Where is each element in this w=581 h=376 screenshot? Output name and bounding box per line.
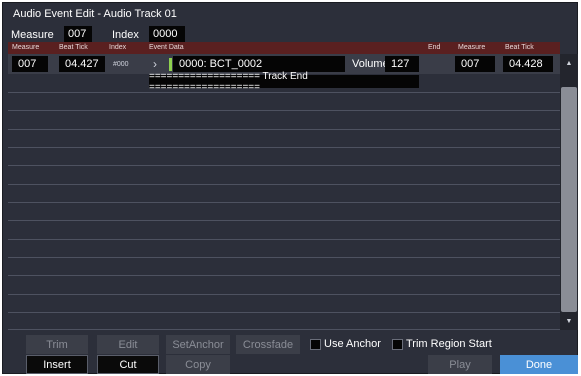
event-measure-cell[interactable]: 007 — [12, 56, 48, 72]
window-title: Audio Event Edit - Audio Track 01 — [13, 8, 177, 20]
trim-region-start-checkbox[interactable] — [392, 339, 403, 350]
column-header-beat-tick: Beat Tick — [59, 44, 88, 51]
end-beat-tick-cell[interactable]: 04.428 — [503, 56, 553, 72]
list-row-divider — [8, 329, 560, 330]
set-anchor-button[interactable]: SetAnchor — [166, 335, 230, 354]
done-button[interactable]: Done — [500, 355, 578, 374]
measure-label: Measure — [11, 29, 54, 41]
scrollbar-thumb[interactable] — [561, 87, 577, 312]
region-marker — [169, 58, 172, 71]
column-header-end: End — [428, 44, 441, 51]
list-row-divider — [8, 275, 560, 276]
list-row-divider — [8, 110, 560, 111]
audio-event-edit-window: Audio Event Edit - Audio Track 01 Measur… — [2, 2, 578, 374]
chevron-right-icon[interactable]: › — [153, 57, 157, 71]
end-measure-cell[interactable]: 007 — [455, 56, 495, 72]
list-row-divider — [8, 294, 560, 295]
track-end-row: =================== Track End ==========… — [149, 71, 419, 93]
list-row-divider — [8, 184, 560, 185]
edit-button[interactable]: Edit — [97, 335, 159, 354]
list-row-divider — [8, 129, 560, 130]
column-header-measure: Measure — [12, 44, 40, 51]
event-beat-tick-cell[interactable]: 04.427 — [59, 56, 105, 72]
list-row-divider — [8, 220, 560, 221]
column-header-end-measure: Measure — [458, 44, 486, 51]
use-anchor-checkbox[interactable] — [310, 339, 321, 350]
index-field[interactable]: 0000 — [149, 26, 185, 42]
use-anchor-label: Use Anchor — [324, 338, 381, 350]
crossfade-button[interactable]: Crossfade — [236, 335, 300, 354]
play-button[interactable]: Play — [428, 355, 492, 374]
list-row-divider — [8, 202, 560, 203]
list-row-divider — [8, 92, 560, 93]
scroll-up-icon[interactable]: ▲ — [560, 54, 578, 72]
event-index-cell: #000 — [113, 60, 129, 68]
list-row-divider — [8, 165, 560, 166]
list-row-divider — [8, 257, 560, 258]
index-label: Index — [112, 29, 139, 41]
column-header-event-data: Event Data — [149, 44, 184, 51]
column-header-end-beat-tick: Beat Tick — [505, 44, 534, 51]
list-row-divider — [8, 239, 560, 240]
column-header-index: Index — [109, 44, 127, 51]
measure-field[interactable]: 007 — [64, 26, 92, 42]
copy-button[interactable]: Copy — [166, 355, 230, 374]
scroll-down-icon[interactable]: ▼ — [560, 312, 578, 330]
insert-button[interactable]: Insert — [26, 355, 88, 374]
trim-button[interactable]: Trim — [26, 335, 88, 354]
list-row-divider — [8, 147, 560, 148]
cut-button[interactable]: Cut — [97, 355, 159, 374]
trim-region-start-label: Trim Region Start — [406, 338, 492, 350]
list-row-divider — [8, 312, 560, 313]
